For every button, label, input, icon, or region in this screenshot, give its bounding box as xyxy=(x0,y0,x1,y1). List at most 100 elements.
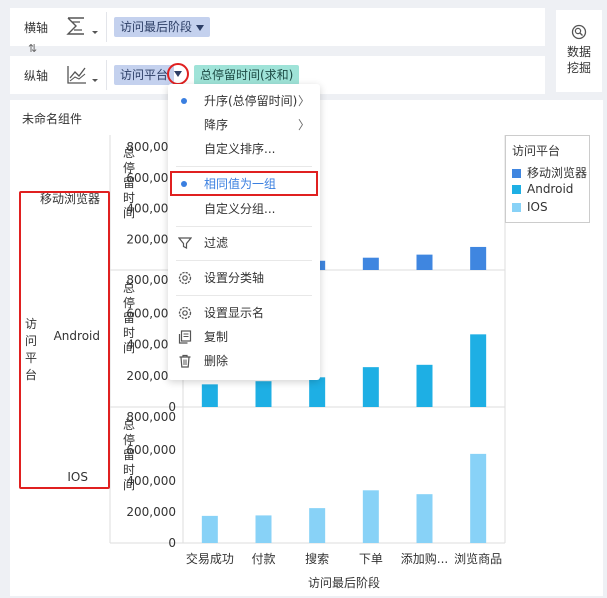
gear-icon xyxy=(178,306,192,320)
bar xyxy=(470,334,487,407)
x-tick-label: 搜索 xyxy=(305,551,329,566)
menu-item-custom-sort[interactable]: 自定义排序... xyxy=(168,137,320,161)
row-labels-highlight xyxy=(19,191,110,489)
menu-label: 自定义分组... xyxy=(204,202,276,216)
menu-item-sort-desc[interactable]: 降序 〉 xyxy=(168,113,320,137)
bar xyxy=(470,453,487,543)
bar xyxy=(470,246,487,270)
bar xyxy=(201,515,218,543)
x-tick-label: 添加购... xyxy=(401,551,448,566)
x-axis-title: 访问最后阶段 xyxy=(308,575,380,590)
divider xyxy=(106,60,107,90)
x-axis-label: 横轴 xyxy=(24,21,49,35)
caret-down-icon[interactable] xyxy=(196,24,205,31)
menu-item-filter[interactable]: 过滤 xyxy=(168,231,320,255)
menu-item-delete[interactable]: 删除 xyxy=(168,349,320,373)
data-mining-icon xyxy=(571,24,587,40)
legend-item-mobile[interactable]: 移动浏览器 xyxy=(512,164,587,181)
menu-label: 设置分类轴 xyxy=(204,271,265,285)
y-axis-title-char: 总 xyxy=(123,281,135,295)
bar xyxy=(416,494,433,543)
y-axis-title-char: 留 xyxy=(123,176,135,190)
menu-divider xyxy=(176,260,312,261)
y-axis-title-char: 总 xyxy=(123,418,135,432)
field-context-menu: 升序(总停留时间) 〉 降序〉 自定义排序... 相同值为一组 自定义分组... … xyxy=(168,84,320,380)
y-axis-label: 纵轴 xyxy=(24,69,49,83)
menu-label: 复制 xyxy=(204,330,229,344)
legend-title: 访问平台 xyxy=(512,144,561,158)
y-axis-title-char: 间 xyxy=(123,341,135,355)
chart-type-dropdown-y[interactable] xyxy=(66,64,102,86)
y-field-pill[interactable]: 访问平台 xyxy=(114,65,175,85)
data-mining-button[interactable]: 数据 挖掘 xyxy=(556,10,602,92)
legend-swatch xyxy=(512,169,521,178)
legend-item-android[interactable]: Android xyxy=(512,182,573,196)
legend-swatch xyxy=(512,203,521,212)
menu-divider xyxy=(176,166,312,167)
menu-label: 过滤 xyxy=(204,236,229,250)
x-axis-row: 横轴 访问最后阶段 xyxy=(10,8,545,46)
y-measure-pill[interactable]: 总停留时间(求和) xyxy=(194,65,300,85)
x-tick-label: 付款 xyxy=(251,552,275,566)
y-axis-title-char: 总 xyxy=(123,146,135,160)
y-axis-title-char: 时 xyxy=(123,326,135,340)
data-mining-label-2: 挖掘 xyxy=(566,61,591,75)
menu-label: 自定义排序... xyxy=(204,142,276,156)
legend-label: Android xyxy=(527,182,574,196)
legend-label: 移动浏览器 xyxy=(527,166,588,180)
menu-item-highlight xyxy=(170,171,318,196)
legend-swatch xyxy=(512,185,521,194)
menu-item-sort-asc[interactable]: 升序(总停留时间) 〉 xyxy=(168,89,320,113)
menu-item-copy[interactable]: 复制 xyxy=(168,325,320,349)
divider xyxy=(106,12,107,42)
legend-item-ios[interactable]: IOS xyxy=(512,200,548,214)
menu-divider xyxy=(176,295,312,296)
menu-item-custom-group[interactable]: 自定义分组... xyxy=(168,197,320,221)
legend: 访问平台 移动浏览器 Android IOS xyxy=(505,135,590,223)
x-field-pill[interactable]: 访问最后阶段 xyxy=(114,17,211,37)
column-chart-icon xyxy=(66,17,98,35)
bar xyxy=(416,254,433,270)
data-mining-label-1: 数据 xyxy=(566,45,591,59)
menu-item-set-display-name[interactable]: 设置显示名 xyxy=(168,301,320,325)
x-field-label: 访问最后阶段 xyxy=(120,20,193,34)
menu-label: 删除 xyxy=(204,354,229,368)
bar xyxy=(416,364,433,407)
gear-icon xyxy=(178,271,192,285)
selected-dot-icon xyxy=(181,98,187,104)
x-tick-label: 交易成功 xyxy=(186,551,234,566)
line-chart-icon xyxy=(67,66,98,84)
legend-label: IOS xyxy=(527,200,548,214)
y-axis-title-char: 停 xyxy=(123,295,135,310)
bar xyxy=(309,377,326,407)
filter-icon xyxy=(178,237,192,249)
bar xyxy=(362,490,379,543)
chevron-right-icon: 〉 xyxy=(297,118,310,132)
x-tick-label: 浏览商品 xyxy=(454,551,502,566)
bar xyxy=(255,381,272,407)
y-tick-label: 0 xyxy=(168,536,176,550)
x-tick-label: 下单 xyxy=(359,552,383,566)
menu-label: 降序 xyxy=(204,118,229,132)
y-axis-title-char: 停 xyxy=(123,432,135,447)
bar xyxy=(201,384,218,407)
swap-axes-icon[interactable]: ⇅ xyxy=(28,42,37,55)
y-axis-title-char: 停 xyxy=(123,160,135,175)
caret-down-icon[interactable] xyxy=(174,71,182,77)
bar xyxy=(362,367,379,407)
y-axis-title-char: 留 xyxy=(123,311,135,325)
menu-label: 升序(总停留时间) xyxy=(204,94,298,108)
y-axis-title-char: 留 xyxy=(123,448,135,462)
y-tick-label: 200,000 xyxy=(126,505,176,519)
y-axis-title-char: 时 xyxy=(123,191,135,205)
menu-divider xyxy=(176,226,312,227)
chevron-right-icon: 〉 xyxy=(297,94,310,108)
y-field-label: 访问平台 xyxy=(120,68,169,82)
y-axis-title-char: 间 xyxy=(123,478,135,492)
bar xyxy=(255,515,272,543)
copy-icon xyxy=(178,330,192,344)
bar xyxy=(309,508,326,543)
y-axis-title-char: 时 xyxy=(123,463,135,477)
chart-type-dropdown[interactable] xyxy=(66,16,102,38)
menu-item-set-category-axis[interactable]: 设置分类轴 xyxy=(168,266,320,290)
